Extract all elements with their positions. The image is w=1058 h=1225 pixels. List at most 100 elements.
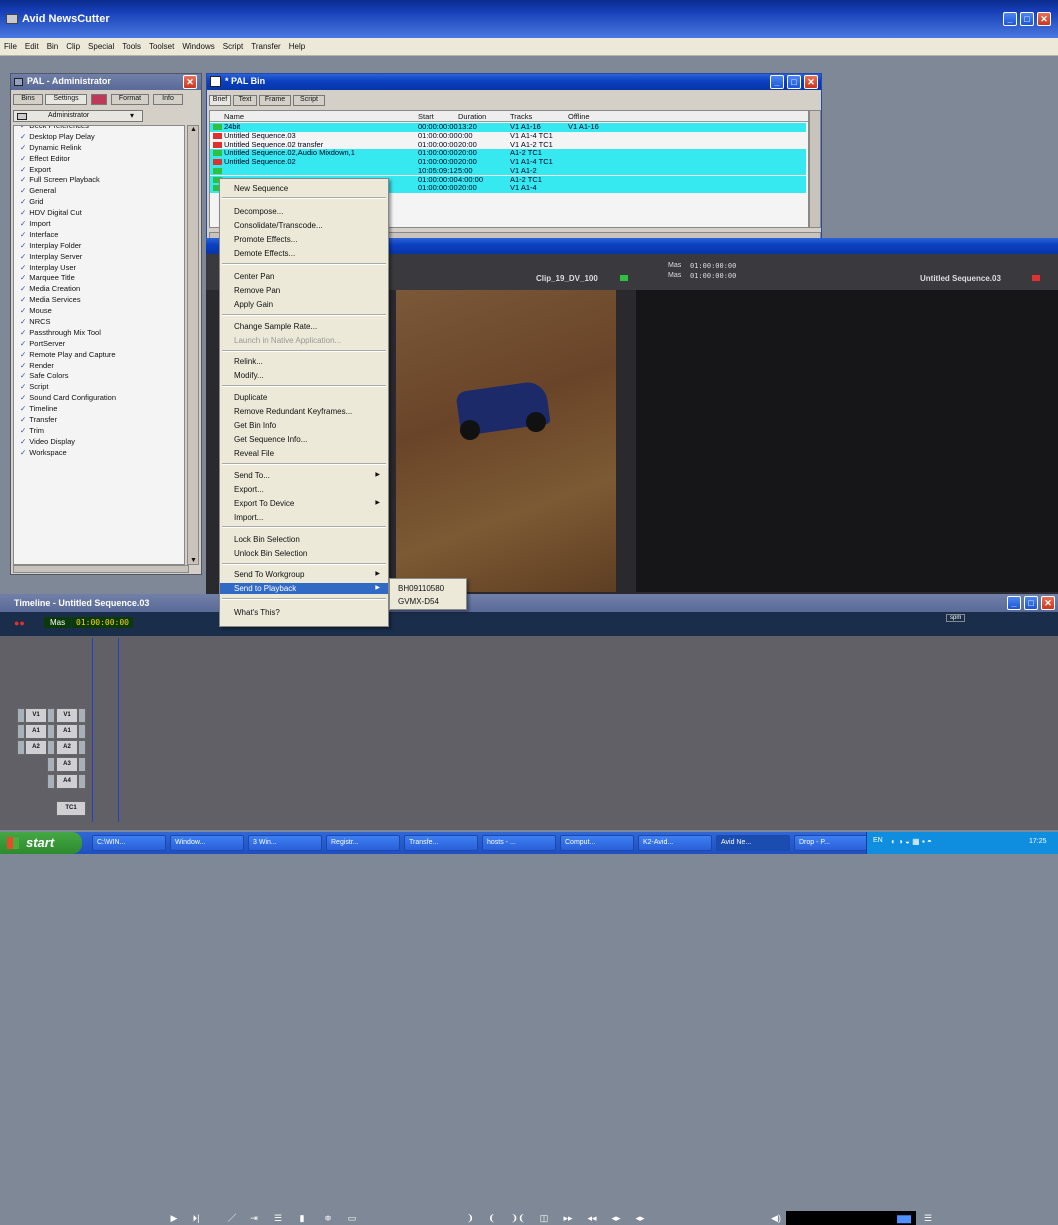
track-edge[interactable] [78, 757, 86, 772]
menu-transfer[interactable]: Transfer [247, 38, 285, 56]
settings-item[interactable]: ✓ Grid [14, 197, 184, 208]
bin-row[interactable]: 10:05:09:12 5:00 V1 A1-2 [210, 166, 806, 176]
settings-item[interactable]: ✓ Interplay Server [14, 252, 184, 263]
taskbar-item[interactable]: K2-Avid... [638, 835, 712, 851]
settings-item[interactable]: ✓ Remote Play and Capture [14, 350, 184, 361]
project-close-button[interactable]: ✕ [183, 75, 197, 89]
context-menu-item[interactable]: Import... [220, 512, 388, 523]
context-menu-item[interactable]: Remove Pan [220, 285, 388, 296]
taskbar-item[interactable]: Registr... [326, 835, 400, 851]
menu-bin[interactable]: Bin [43, 38, 63, 56]
context-menu-item[interactable]: Send to Playback ▶ [220, 583, 388, 594]
play-icon[interactable]: ▶ [164, 1211, 184, 1225]
context-menu-item[interactable]: Decompose... [220, 206, 388, 217]
taskbar-item[interactable]: Avid Ne... [716, 835, 790, 851]
settings-item[interactable]: ✓ Desktop Play Delay [14, 132, 184, 143]
context-menu-item[interactable]: Export... [220, 484, 388, 495]
segment-icon[interactable]: ／ [222, 1211, 242, 1225]
menu-script[interactable]: Script [219, 38, 247, 56]
settings-item[interactable]: ✓ Full Screen Playback [14, 175, 184, 186]
context-menu-item[interactable]: Remove Redundant Keyframes... [220, 406, 388, 417]
taskbar-item[interactable]: Comput... [560, 835, 634, 851]
taskbar-item[interactable]: Transfe... [404, 835, 478, 851]
settings-item[interactable]: ✓ Timeline [14, 404, 184, 415]
track-a2-right[interactable]: A2 [56, 740, 78, 755]
settings-item[interactable]: ✓ Workspace [14, 448, 184, 459]
tray-icons[interactable]: ◐ ◑ ◒ ▦ ▪ ◓ [891, 837, 932, 846]
list-view-icon[interactable]: ☰ [918, 1211, 938, 1225]
settings-item[interactable]: ✓ Interplay User [14, 263, 184, 274]
track-lock[interactable] [47, 774, 55, 789]
start-button[interactable]: start [0, 832, 82, 854]
step-icon[interactable]: ⏵| [186, 1211, 206, 1225]
settings-item[interactable]: ✓ Dynamic Relink [14, 143, 184, 154]
tab-text[interactable]: Text [233, 95, 257, 106]
context-menu-item[interactable]: What's This? [220, 607, 388, 618]
close-button[interactable]: ✕ [1037, 12, 1051, 26]
context-menu-item[interactable]: Center Pan [220, 271, 388, 282]
track-lock[interactable] [47, 724, 55, 739]
go-to-in-icon[interactable]: ▸▸ [558, 1211, 578, 1225]
settings-item[interactable]: ✓ Media Creation [14, 284, 184, 295]
context-menu-item[interactable]: Send To Workgroup ▶ [220, 569, 388, 580]
track-lock[interactable] [47, 740, 55, 755]
menu-help[interactable]: Help [285, 38, 309, 56]
settings-item[interactable]: ✓ Deck Preferences [14, 126, 184, 132]
settings-item[interactable]: ✓ Script [14, 382, 184, 393]
track-monitor-a1[interactable] [17, 724, 25, 739]
col-duration[interactable]: Duration [458, 111, 486, 122]
taskbar-item[interactable]: hosts - ... [482, 835, 556, 851]
match-frame-icon[interactable]: ◫ [534, 1211, 554, 1225]
menu-clip[interactable]: Clip [62, 38, 84, 56]
bin-row[interactable]: Untitled Sequence.02 01:00:00:00 20:00 V1 A… [210, 157, 806, 167]
settings-item[interactable]: ✓ Effect Editor [14, 154, 184, 165]
context-menu-item[interactable]: Demote Effects... [220, 248, 388, 259]
tab-format[interactable]: Format [111, 94, 149, 105]
col-start[interactable]: Start [418, 111, 434, 122]
rewind-icon[interactable]: ◂▸ [606, 1211, 626, 1225]
settings-item[interactable]: ✓ HDV Digital Cut [14, 208, 184, 219]
timeline-close-button[interactable]: ✕ [1041, 596, 1055, 610]
lift-icon[interactable]: ⇥ [244, 1211, 264, 1225]
extract-icon[interactable]: ☰ [268, 1211, 288, 1225]
context-menu-item[interactable]: New Sequence [220, 183, 388, 194]
settings-item[interactable]: ✓ Video Display [14, 437, 184, 448]
context-menu-item[interactable]: Unlock Bin Selection [220, 548, 388, 559]
settings-hscrollbar[interactable] [13, 565, 189, 573]
context-menu-item[interactable]: Apply Gain [220, 299, 388, 310]
splice-icon[interactable]: ≑ [318, 1211, 338, 1225]
context-menu-item[interactable]: Modify... [220, 370, 388, 381]
track-v1-right[interactable]: V1 [56, 708, 78, 723]
settings-scrollbar[interactable]: ▲ ▼ [187, 125, 199, 565]
settings-item[interactable]: ✓ Interface [14, 230, 184, 241]
track-view-icon[interactable]: ▆▆ [894, 1211, 914, 1225]
settings-item[interactable]: ✓ NRCS [14, 317, 184, 328]
settings-item[interactable]: ✓ Media Services [14, 295, 184, 306]
minimize-button[interactable]: _ [1003, 12, 1017, 26]
settings-item[interactable]: ✓ Render [14, 361, 184, 372]
track-edge[interactable] [78, 724, 86, 739]
track-a4-right[interactable]: A4 [56, 774, 78, 789]
context-menu-item[interactable]: Consolidate/Transcode... [220, 220, 388, 231]
tab-settings[interactable]: Settings [45, 94, 87, 105]
tab-bins[interactable]: Bins [13, 94, 43, 105]
bin-scrollbar[interactable] [809, 110, 821, 228]
track-lock[interactable] [47, 708, 55, 723]
menu-file[interactable]: File [0, 38, 21, 56]
settings-item[interactable]: ✓ Passthrough Mix Tool [14, 328, 184, 339]
mark-in-icon[interactable]: ❩ [460, 1211, 480, 1225]
user-selector[interactable]: Administrator ▾ [13, 110, 143, 122]
context-menu-item[interactable]: Lock Bin Selection [220, 534, 388, 545]
bin-row[interactable]: Untitled Sequence.02,Audio Mixdown,1 01:0… [210, 149, 806, 158]
context-menu-item[interactable]: Get Bin Info [220, 420, 388, 431]
settings-item[interactable]: ✓ General [14, 186, 184, 197]
track-edge[interactable] [78, 774, 86, 789]
col-name[interactable]: Name [224, 111, 244, 122]
track-a1-left[interactable]: A1 [25, 724, 47, 739]
settings-item[interactable]: ✓ Sound Card Configuration [14, 393, 184, 404]
bin-row[interactable]: 24bit 00:00:00:00 13:20 V1 A1-16 V1 A1-16 [210, 122, 806, 132]
taskbar-item[interactable]: C:\WIN... [92, 835, 166, 851]
track-edge[interactable] [78, 740, 86, 755]
context-menu-item[interactable]: Relink... [220, 356, 388, 367]
settings-item[interactable]: ✓ Export [14, 165, 184, 176]
